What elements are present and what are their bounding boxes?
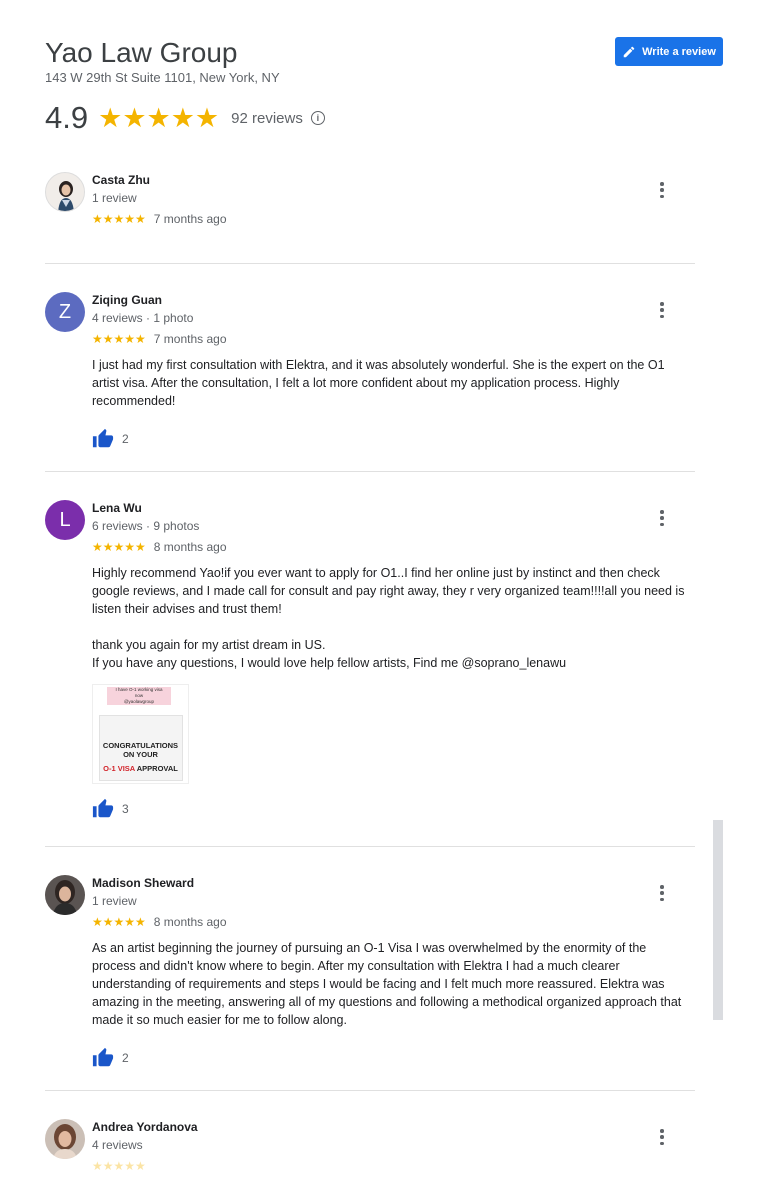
- like-count: 2: [122, 432, 129, 446]
- divider: [45, 471, 695, 472]
- review-time: 8 months ago: [153, 915, 227, 929]
- like-count: 3: [122, 802, 129, 816]
- business-address: 143 W 29th St Suite 1101, New York, NY: [45, 70, 280, 85]
- like-button[interactable]: 2: [92, 1047, 692, 1069]
- reviewer-name[interactable]: Madison Sheward: [92, 875, 692, 891]
- reviewer-meta: 4 reviews: [92, 1138, 143, 1152]
- profile-photo-icon: [45, 1119, 85, 1159]
- write-review-label: Write a review: [642, 45, 716, 58]
- reviewer-meta: 6 reviews · 9 photos: [92, 519, 200, 533]
- profile-photo-icon: [45, 875, 85, 915]
- reviewer-name[interactable]: Andrea Yordanova: [92, 1119, 692, 1135]
- avatar[interactable]: [45, 1119, 85, 1159]
- review-stars: ★★★★★: [92, 1159, 146, 1173]
- avatar-letter: Z: [58, 300, 72, 323]
- avatar[interactable]: Z: [45, 292, 85, 332]
- review-rating: ★★★★★ 7 months ago: [92, 332, 692, 346]
- avatar[interactable]: L: [45, 500, 85, 540]
- avatar[interactable]: [45, 875, 85, 915]
- thumbs-up-icon: [92, 428, 114, 448]
- review-rating: ★★★★★ 8 months ago: [92, 915, 692, 929]
- more-options-icon[interactable]: [659, 1129, 665, 1145]
- reviewer-name[interactable]: Lena Wu: [92, 500, 692, 516]
- rating-stars: ★★★★★: [98, 102, 220, 133]
- like-button[interactable]: 3: [92, 798, 692, 820]
- profile-photo-icon: [46, 173, 84, 211]
- reviewer-name[interactable]: Ziqing Guan: [92, 292, 692, 308]
- scrollbar[interactable]: [713, 820, 723, 1020]
- more-options-icon[interactable]: [659, 885, 665, 901]
- reviewer-name[interactable]: Casta Zhu: [92, 172, 692, 188]
- review-stars: ★★★★★: [92, 212, 146, 226]
- photo-heading: CONGRATULATIONS ON YOUR O-1 VISA APPROVA…: [102, 741, 179, 773]
- reviewer-meta: 4 reviews · 1 photo: [92, 311, 194, 325]
- review-photo[interactable]: I have O-1 working visa now @yaolawgroup…: [92, 684, 189, 784]
- reviewer-meta: 1 review: [92, 191, 137, 205]
- more-options-icon[interactable]: [659, 510, 665, 526]
- review-time: 7 months ago: [153, 332, 227, 346]
- divider: [45, 263, 695, 264]
- like-count: 2: [122, 1051, 129, 1065]
- avatar-letter: L: [59, 508, 71, 531]
- review-rating: ★★★★★ 7 months ago: [92, 212, 692, 226]
- review-text: I just had my first consultation with El…: [92, 358, 665, 408]
- reviewer-meta: 1 review: [92, 894, 137, 908]
- avatar[interactable]: [45, 172, 85, 212]
- more-options-icon[interactable]: [659, 302, 665, 318]
- review-text: As an artist beginning the journey of pu…: [92, 941, 682, 1027]
- info-icon[interactable]: i: [310, 111, 325, 125]
- like-button[interactable]: 2: [92, 428, 692, 450]
- review-rating: ★★★★★ 8 months ago: [92, 540, 692, 554]
- divider: [45, 846, 695, 847]
- review-text: Highly recommend Yao!if you ever want to…: [92, 566, 685, 670]
- rating-summary: 4.9 ★★★★★ 92 reviews i: [45, 100, 325, 136]
- thumbs-up-icon: [92, 798, 114, 818]
- write-review-button[interactable]: Write a review: [615, 37, 723, 66]
- thumbs-up-icon: [92, 1047, 114, 1067]
- divider: [45, 1090, 695, 1091]
- review-stars: ★★★★★: [92, 540, 146, 554]
- review-stars: ★★★★★: [92, 915, 146, 929]
- review-rating: ★★★★★: [92, 1159, 692, 1173]
- more-options-icon[interactable]: [659, 182, 665, 198]
- review-time: 8 months ago: [153, 540, 227, 554]
- rating-value: 4.9: [45, 100, 89, 135]
- review-time: 7 months ago: [153, 212, 227, 226]
- photo-caption: I have O-1 working visa now @yaolawgroup: [107, 687, 171, 705]
- pencil-icon: [623, 46, 635, 57]
- review-stars: ★★★★★: [92, 332, 146, 346]
- review-count[interactable]: 92 reviews: [231, 110, 303, 127]
